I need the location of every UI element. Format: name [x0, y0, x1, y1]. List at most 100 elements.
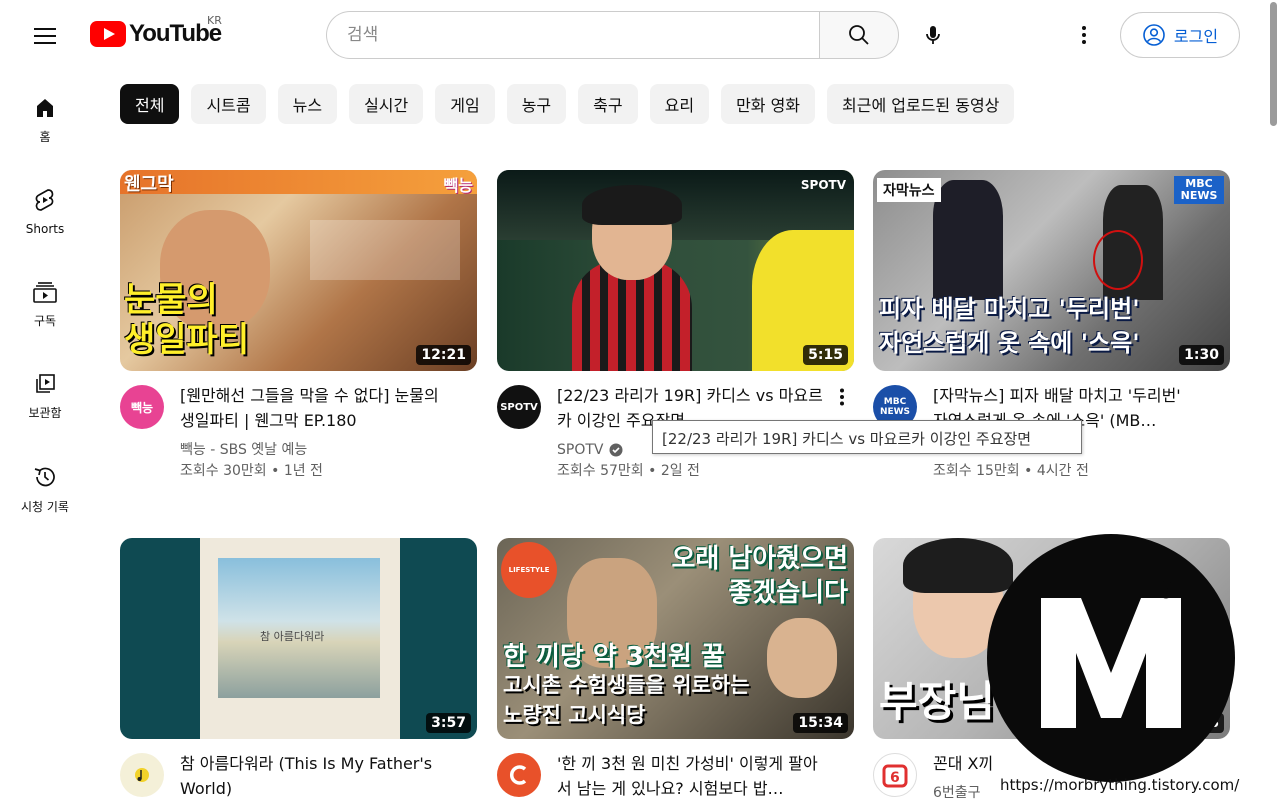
- thumbnail-title-text: 한 끼당 약 3천원 꿀: [503, 642, 725, 672]
- video-card: LIFESTYLE 오래 남아줬으면 좋겠습니다 한 끼당 약 3천원 꿀 고시…: [497, 538, 854, 800]
- channel-logo-icon: 6: [882, 764, 908, 788]
- channel-name-text: SPOTV: [557, 442, 604, 458]
- chip-cooking[interactable]: 요리: [649, 84, 710, 124]
- video-stats: 조회수 57만회 • 2일 전: [557, 463, 700, 479]
- thumbnail-title-text: 눈물의 생일파티: [124, 280, 250, 360]
- video-duration: 5:15: [803, 345, 848, 365]
- channel-avatar[interactable]: [120, 753, 164, 797]
- thumbnail-channel-badge: SPOTV: [800, 178, 846, 192]
- video-thumbnail[interactable]: 참 아름다워라 3:57: [120, 538, 477, 739]
- m-logo-icon: b: [1041, 571, 1181, 728]
- channel-name[interactable]: 빽능 - SBS 옛날 예능: [180, 440, 447, 460]
- country-code: KR: [207, 14, 222, 27]
- filter-chips: 전체 시트콤 뉴스 실시간 게임 농구 축구 요리 만화 영화 최근에 업로드된…: [120, 84, 1015, 124]
- thumbnail-title-text: 부장님: [879, 677, 995, 726]
- search-bar: [326, 11, 899, 59]
- video-thumbnail[interactable]: LIFESTYLE 오래 남아줬으면 좋겠습니다 한 끼당 약 3천원 꿀 고시…: [497, 538, 854, 739]
- sidebar-item-label: 보관함: [28, 406, 62, 420]
- video-title[interactable]: [웬만해선 그들을 막을 수 없다] 눈물의 생일파티 | 웬그막 EP.180: [180, 383, 447, 433]
- history-icon: [34, 467, 55, 487]
- login-button[interactable]: 로그인: [1120, 12, 1240, 58]
- subscriptions-icon: [33, 282, 57, 303]
- video-card: 참 아름다워라 3:57 참 아름다워라 (This Is My Father'…: [120, 538, 477, 800]
- chip-live[interactable]: 실시간: [349, 84, 424, 124]
- chip-animation[interactable]: 만화 영화: [721, 84, 816, 124]
- search-button[interactable]: [819, 11, 899, 59]
- chip-sitcom[interactable]: 시트콤: [191, 84, 266, 124]
- scrollbar[interactable]: [1268, 0, 1280, 800]
- sidebar-item-history[interactable]: 시청 기록: [0, 464, 90, 544]
- thumbnail-channel-badge: LIFESTYLE: [508, 566, 550, 574]
- video-thumbnail[interactable]: SPOTV 5:15: [497, 170, 854, 371]
- video-menu-button[interactable]: [830, 383, 854, 411]
- channel-avatar[interactable]: [497, 753, 541, 797]
- masthead: YouTube KR 로그인: [0, 0, 1280, 70]
- video-card: 웬그막 빽능 눈물의 생일파티 12:21 빽능 [웬만해선 그들을 막을 수 …: [120, 170, 477, 482]
- channel-avatar[interactable]: 빽능: [120, 385, 164, 429]
- thumbnail-title-text: 피자 배달 마치고 '두리번' 자연스럽게 옷 속에 '스윽': [879, 295, 1140, 357]
- video-title[interactable]: 참 아름다워라 (This Is My Father's World): [180, 751, 447, 800]
- video-stats: 조회수 15만회 • 4시간 전: [933, 463, 1089, 479]
- avatar-text: SPOTV: [500, 401, 538, 413]
- avatar-text: 빽능: [130, 400, 154, 415]
- voice-search-button[interactable]: [913, 15, 953, 55]
- verified-badge-icon: [609, 443, 623, 457]
- thumbnail-headline-text: 오래 남아줬으면 좋겠습니다: [671, 544, 849, 608]
- chip-soccer[interactable]: 축구: [578, 84, 638, 124]
- scrollbar-thumb[interactable]: [1270, 2, 1277, 126]
- video-title[interactable]: '한 끼 3천 원 미친 가성비' 이렇게 팔아서 남는 게 있나요? 시험보다…: [557, 751, 824, 800]
- menu-icon[interactable]: [24, 22, 64, 50]
- video-duration: 1:30: [1179, 345, 1224, 365]
- thumbnail-subtitle-text: 고시촌 수험생들을 위로하는 노량진 고시식당: [503, 673, 750, 727]
- sidebar-item-label: 시청 기록: [21, 500, 69, 514]
- video-thumbnail[interactable]: 웬그막 빽능 눈물의 생일파티 12:21: [120, 170, 477, 371]
- thumbnail-corner-label: 웬그막: [124, 174, 174, 195]
- video-stats: 조회수 30만회 • 1년 전: [180, 463, 323, 479]
- thumbnail-channel-badge: MBC NEWS: [1174, 176, 1224, 204]
- library-icon: [36, 374, 55, 393]
- sidebar-item-subscriptions[interactable]: 구독: [0, 280, 90, 360]
- avatar-text: MBC NEWS: [879, 397, 911, 417]
- sidebar-item-shorts[interactable]: Shorts: [0, 188, 90, 268]
- svg-text:6: 6: [890, 770, 900, 786]
- chip-all[interactable]: 전체: [120, 84, 180, 124]
- home-icon: [37, 99, 53, 117]
- shorts-icon: [35, 189, 54, 211]
- sidebar-item-label: 홈: [39, 130, 51, 144]
- channel-name-text: 6번출구: [933, 785, 981, 800]
- chip-recently-uploaded[interactable]: 최근에 업로드된 동영상: [827, 84, 1015, 124]
- chip-basketball[interactable]: 농구: [506, 84, 567, 124]
- title-tooltip: [22/23 라리가 19R] 카디스 vs 마요르카 이강인 주요장면: [652, 420, 1082, 454]
- more-vert-icon: [840, 388, 844, 406]
- login-label: 로그인: [1173, 27, 1219, 46]
- music-note-icon: [135, 768, 149, 782]
- video-duration: 3:57: [426, 713, 471, 733]
- video-meta: 빽능 [웬만해선 그들을 막을 수 없다] 눈물의 생일파티 | 웬그막 EP.…: [120, 383, 477, 482]
- settings-menu-button[interactable]: [1064, 15, 1104, 55]
- youtube-play-icon: [90, 21, 126, 47]
- watermark-url: https://morbrything.tistory.com/: [1000, 776, 1240, 794]
- video-thumbnail[interactable]: 자막뉴스 MBC NEWS 피자 배달 마치고 '두리번' 자연스럽게 옷 속에…: [873, 170, 1230, 371]
- thumbnail-corner-label: 자막뉴스: [877, 178, 941, 202]
- channel-name-text: 빽능 - SBS 옛날 예능: [180, 442, 308, 458]
- watermark-logo: b: [987, 534, 1235, 782]
- video-meta: '한 끼 3천 원 미친 가성비' 이렇게 팔아서 남는 게 있나요? 시험보다…: [497, 751, 854, 800]
- sidebar-item-label: Shorts: [25, 222, 65, 236]
- thumbnail-title-text: 참 아름다워라: [260, 630, 325, 643]
- youtube-logo[interactable]: YouTube: [90, 18, 222, 50]
- search-icon: [849, 25, 869, 45]
- watermark-superscript: b: [1153, 571, 1174, 606]
- search-input[interactable]: [326, 11, 819, 59]
- channel-avatar[interactable]: SPOTV: [497, 385, 541, 429]
- video-duration: 12:21: [416, 345, 471, 365]
- microphone-icon: [926, 26, 940, 44]
- channel-avatar[interactable]: 6: [873, 753, 917, 797]
- video-meta: 참 아름다워라 (This Is My Father's World): [120, 751, 477, 800]
- sidebar-item-home[interactable]: 홈: [0, 96, 90, 176]
- chip-gaming[interactable]: 게임: [435, 84, 495, 124]
- video-duration: 15:34: [793, 713, 848, 733]
- account-icon: [1143, 24, 1165, 46]
- sidebar-item-library[interactable]: 보관함: [0, 372, 90, 452]
- chip-news[interactable]: 뉴스: [277, 84, 338, 124]
- more-vert-icon: [1082, 26, 1086, 44]
